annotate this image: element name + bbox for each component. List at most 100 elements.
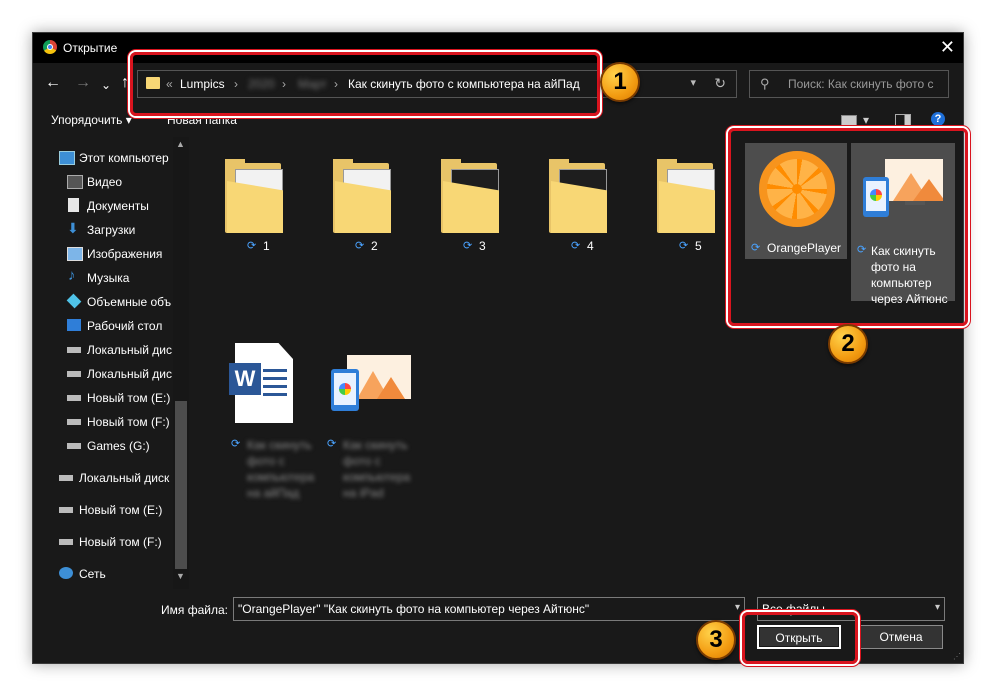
open-button-highlight [742,612,858,664]
folder-icon [333,159,397,233]
sidebar-item-label: Рабочий стол [87,319,163,333]
address-dropdown-icon[interactable]: ▾ [690,76,696,89]
drive-icon [59,507,73,513]
chevron-down-icon[interactable]: ▾ [935,602,940,613]
sidebar-item-documents[interactable]: Документы [33,195,189,217]
sidebar-item-label: Новый том (F:) [87,415,170,429]
drive-icon [67,395,81,401]
search-box[interactable]: ⚲ Поиск: Как скинуть фото с ... [749,70,949,98]
folder-icon [657,159,721,233]
sync-icon: ⟳ [463,240,473,252]
file-name: Как скинуть фото с компьютера на айПад [247,438,315,500]
up-arrow-icon[interactable]: ↑ [121,75,129,91]
cancel-button[interactable]: Отмена [859,625,943,649]
word-file-tile[interactable]: W ⟳ Как скинуть фото с компьютера на айП… [209,313,314,500]
drive-icon [67,419,81,425]
sync-icon: ⟳ [571,240,581,252]
help-icon[interactable]: ? [931,112,945,126]
resize-grip-icon[interactable]: ⋰ [953,652,961,661]
sync-icon: ⟳ [327,438,337,450]
sidebar-item-label: Видео [87,175,123,189]
sidebar-item-downloads[interactable]: ⬇ Загрузки [33,219,189,241]
folder-name: 1 [263,239,270,253]
sidebar-item-label: Этот компьютер [79,151,169,165]
dialog-title: Открытие [63,41,118,55]
folder-name: 2 [371,239,378,253]
3d-objects-icon [66,293,82,309]
close-icon[interactable]: ✕ [940,37,955,57]
sidebar-item-pictures[interactable]: Изображения [33,243,189,265]
drive-icon [59,539,73,545]
sidebar-item-label: Загрузки [87,223,136,237]
sidebar-item-local-disk[interactable]: Локальный диск [33,467,189,489]
scroll-up-icon[interactable]: ▲ [176,139,185,149]
sidebar-item-label: Изображения [87,247,163,261]
sidebar-item-label: Новый том (E:) [87,391,171,405]
step-badge-3: 3 [696,620,736,660]
file-name-input[interactable]: "OrangePlayer" "Как скинуть фото на комп… [233,597,745,621]
folder-icon [441,159,505,233]
forward-arrow-icon[interactable]: → [75,75,91,91]
sidebar-item-network[interactable]: Сеть [33,563,189,585]
sidebar-item-volume-f[interactable]: Новый том (F:) [33,411,189,433]
folder-tile[interactable]: ⟳ 2 [317,143,417,253]
sidebar-item-local-disk-c[interactable]: Локальный дис [33,339,189,361]
scroll-down-icon[interactable]: ▼ [176,571,185,581]
drive-icon [67,443,81,449]
file-name-value: "OrangePlayer" "Как скинуть фото на комп… [238,602,590,616]
folder-tile[interactable]: ⟳ 5 [641,143,741,253]
sidebar-item-label: Локальный диск [79,471,170,485]
sidebar-item-label: Локальный дис [87,367,172,381]
sidebar-item-label: Объемные объ [87,295,172,309]
folder-tile[interactable]: ⟳ 3 [425,143,525,253]
sidebar-item-label: Локальный дис [87,343,172,357]
sidebar-item-desktop[interactable]: Рабочий стол [33,315,189,337]
sidebar-item-volume-e[interactable]: Новый том (E:) [33,387,189,409]
sync-icon: ⟳ [679,240,689,252]
network-icon [59,567,73,579]
recent-locations-icon[interactable]: ⌄ [101,77,111,93]
sidebar-item-local-disk-d[interactable]: Локальный дис [33,363,189,385]
folder-tile[interactable]: ⟳ 4 [533,143,633,253]
back-arrow-icon[interactable]: ← [45,75,61,91]
sidebar-item-this-pc[interactable]: Этот компьютер [33,147,189,169]
sidebar-item-label: Новый том (E:) [79,503,163,517]
sidebar-item-games-g[interactable]: Games (G:) [33,435,189,457]
chevron-down-icon[interactable]: ▾ [735,602,740,613]
sidebar-item-volume-f-root[interactable]: Новый том (F:) [33,531,189,553]
tablet-icon [331,369,359,411]
view-dropdown-icon[interactable]: ▾ [863,113,869,127]
refresh-icon[interactable]: ↻ [714,75,726,92]
folder-name: 3 [479,239,486,253]
downloads-icon: ⬇ [67,220,79,236]
search-icon: ⚲ [760,76,770,91]
documents-icon [68,198,79,212]
organize-button[interactable]: Упорядочить ▾ [51,113,132,127]
step-badge-1: 1 [600,62,640,102]
drive-icon [67,347,81,353]
folder-tile[interactable]: ⟳ 1 [209,143,309,253]
step-badge-2: 2 [828,324,868,364]
file-name-label: Имя файла: [161,603,228,617]
sidebar-scrollbar[interactable]: ▲ ▼ [173,137,189,589]
video-icon [67,175,83,189]
folder-name: 5 [695,239,702,253]
image-file-tile[interactable]: ⟳ Как скинуть фото с компьютера на iPad [317,313,421,500]
view-options-icon[interactable] [841,115,857,127]
drive-icon [67,371,81,377]
sidebar-item-label: Сеть [79,567,106,581]
sync-icon: ⟳ [247,240,257,252]
preview-pane-icon[interactable] [895,114,911,128]
sidebar-item-volume-e-root[interactable]: Новый том (E:) [33,499,189,521]
address-bar-highlight [130,52,600,116]
chrome-icon [43,40,57,54]
file-name: Как скинуть фото с компьютера на iPad [343,438,411,500]
sidebar-item-label: Музыка [87,271,130,285]
open-file-dialog: Открытие ✕ ← → ⌄ ↑ « Lumpics › 2020 › Ма… [32,32,964,664]
sidebar-item-3d-objects[interactable]: Объемные объ [33,291,189,313]
sync-icon: ⟳ [355,240,365,252]
sidebar-item-label: Games (G:) [87,439,150,453]
scrollbar-thumb[interactable] [175,401,187,569]
sidebar-item-music[interactable]: ♪ Музыка [33,267,189,289]
sidebar-item-video[interactable]: Видео [33,171,189,193]
